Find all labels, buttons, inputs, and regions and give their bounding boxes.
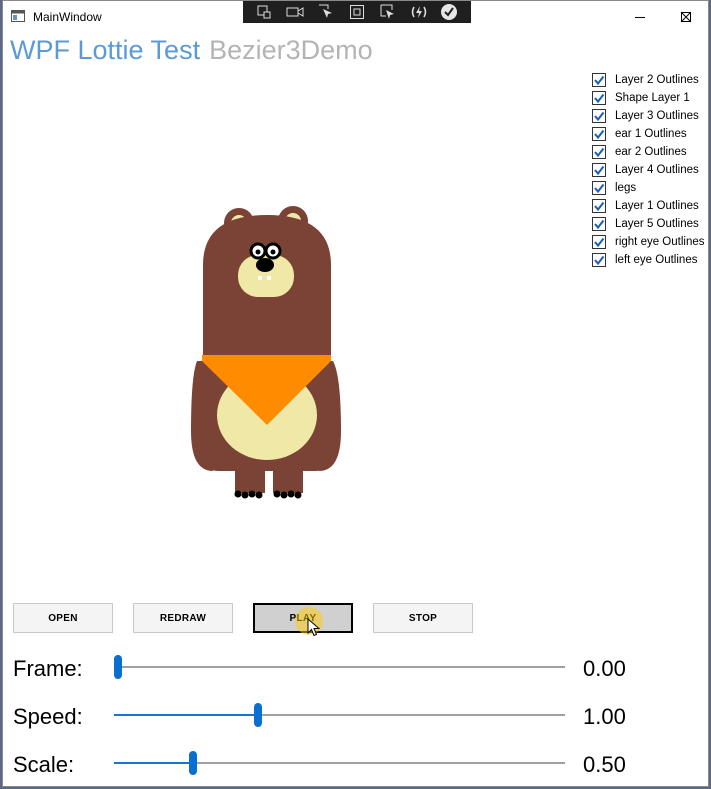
- layer-label: Layer 1 Outlines: [615, 200, 699, 212]
- layer-checkbox[interactable]: [592, 163, 606, 177]
- display-adorners-button[interactable]: [348, 3, 366, 21]
- layer-checkbox[interactable]: [592, 145, 606, 159]
- tooth-left-shape: [258, 276, 262, 280]
- left-eye-shape: [264, 242, 282, 260]
- layer-item[interactable]: Layer 4 Outlines: [592, 161, 699, 179]
- layer-item[interactable]: right eye Outlines: [592, 233, 705, 251]
- layer-checkbox[interactable]: [592, 109, 606, 123]
- layer-checkbox[interactable]: [592, 181, 606, 195]
- layer-label: Layer 4 Outlines: [615, 164, 699, 176]
- redraw-button[interactable]: REDRAW: [133, 603, 233, 633]
- select-element-icon: [319, 4, 333, 18]
- layer-item[interactable]: left eye Outlines: [592, 251, 697, 269]
- scale-value: 0.50: [583, 752, 626, 777]
- app-title: WPF Lottie Test: [10, 35, 201, 65]
- frame-slider-track[interactable]: [114, 666, 565, 668]
- layer-checkbox[interactable]: [592, 217, 606, 231]
- checkmark-icon: [594, 129, 605, 140]
- checkmark-icon: [441, 4, 458, 20]
- scale-label: Scale:: [13, 752, 75, 777]
- checkmark-button[interactable]: [440, 3, 458, 21]
- stop-button[interactable]: STOP: [373, 603, 473, 633]
- window-title: MainWindow: [33, 10, 102, 24]
- scale-slider-thumb[interactable]: [189, 751, 198, 775]
- checkmark-icon: [594, 165, 605, 176]
- checkmark-icon: [594, 93, 605, 104]
- close-icon: [680, 11, 692, 22]
- layer-checkbox[interactable]: [592, 235, 606, 249]
- frame-label: Frame:: [13, 656, 83, 681]
- hot-reload-button[interactable]: [410, 3, 428, 21]
- speed-label: Speed:: [13, 704, 83, 729]
- xaml-debug-toolbar: [243, 1, 471, 23]
- layer-item[interactable]: Layer 2 Outlines: [592, 71, 699, 89]
- layer-label: right eye Outlines: [615, 236, 705, 248]
- minimize-button[interactable]: [617, 1, 663, 32]
- record-icon: [286, 7, 304, 17]
- demo-name: Bezier3Demo: [209, 35, 373, 65]
- layer-item[interactable]: Layer 5 Outlines: [592, 215, 699, 233]
- checkmark-icon: [594, 183, 605, 194]
- live-visual-tree-button[interactable]: [255, 3, 273, 21]
- layer-label: Shape Layer 1: [615, 92, 690, 104]
- layer-label: Layer 5 Outlines: [615, 218, 699, 230]
- minimize-icon: [635, 16, 645, 18]
- layer-checkbox[interactable]: [592, 91, 606, 105]
- tooth-right-shape: [267, 276, 271, 280]
- layer-label: legs: [615, 182, 637, 194]
- display-adorners-icon: [349, 5, 364, 19]
- layer-checkbox[interactable]: [592, 253, 606, 267]
- checkmark-icon: [594, 111, 605, 122]
- scale-slider-fill: [114, 762, 190, 764]
- layer-item[interactable]: Layer 3 Outlines: [592, 107, 699, 125]
- layer-item[interactable]: ear 2 Outlines: [592, 143, 687, 161]
- speed-slider-fill: [114, 714, 254, 716]
- mouse-cursor-icon: [307, 618, 320, 637]
- select-element-button[interactable]: [317, 3, 335, 21]
- hot-reload-icon: [411, 6, 426, 18]
- nose-shape: [256, 258, 274, 272]
- track-focus-icon: [380, 4, 394, 19]
- layer-item[interactable]: ear 1 Outlines: [592, 125, 687, 143]
- layer-label: Layer 3 Outlines: [615, 110, 699, 122]
- layer-item[interactable]: Shape Layer 1: [592, 89, 690, 107]
- open-button[interactable]: OPEN: [13, 603, 113, 633]
- main-window: MainWindow WPF Lottie Test Bezier3Demo L…: [2, 0, 709, 787]
- speed-value: 1.00: [583, 704, 626, 729]
- layer-label: left eye Outlines: [615, 254, 698, 266]
- lottie-animation-canvas: [191, 206, 341, 499]
- layer-label: ear 2 Outlines: [615, 146, 687, 158]
- right-eye-shape: [249, 242, 267, 260]
- checkmark-icon: [594, 219, 605, 230]
- checkmark-icon: [594, 75, 605, 86]
- track-focus-button[interactable]: [379, 3, 397, 21]
- checkmark-icon: [594, 255, 605, 266]
- frame-slider-thumb[interactable]: [114, 655, 122, 679]
- live-visual-tree-icon: [257, 5, 271, 19]
- page-heading: WPF Lottie Test Bezier3Demo: [10, 35, 373, 66]
- checkmark-icon: [594, 201, 605, 212]
- checkmark-icon: [594, 147, 605, 158]
- speed-slider-thumb[interactable]: [253, 703, 262, 727]
- layer-checkbox[interactable]: [592, 127, 606, 141]
- layer-item[interactable]: legs: [592, 179, 636, 197]
- layer-label: ear 1 Outlines: [615, 128, 687, 140]
- layer-item[interactable]: Layer 1 Outlines: [592, 197, 699, 215]
- layer-checkbox[interactable]: [592, 73, 606, 87]
- app-icon: [11, 10, 25, 22]
- checkmark-icon: [594, 237, 605, 248]
- layer-label: Layer 2 Outlines: [615, 74, 699, 86]
- layer-checkbox[interactable]: [592, 199, 606, 213]
- close-button[interactable]: [663, 1, 709, 32]
- frame-value: 0.00: [583, 656, 626, 681]
- record-button[interactable]: [286, 3, 304, 21]
